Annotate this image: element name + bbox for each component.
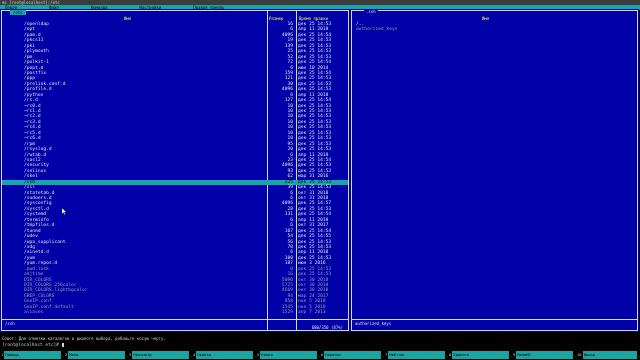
- right-panel-path[interactable]: .ssh: [364, 10, 378, 14]
- fkey-3[interactable]: 3 Просмотр: [128, 351, 192, 359]
- file-size: 1529: [281, 310, 293, 316]
- fkey-label: Просмотр: [132, 351, 189, 359]
- fkey-9[interactable]: 9 МенюMC: [512, 351, 576, 359]
- file-mtime: апр 7 2013: [298, 310, 326, 316]
- left-panel-path-tab[interactable]: /etc: [10, 10, 26, 15]
- left-file-panel[interactable]: /etc Имя Размер Время правки /openldap 16…: [0, 9, 350, 332]
- fkey-number: 10: [577, 352, 582, 357]
- fkey-label: НвКтлог: [388, 351, 445, 359]
- panel-separator: [2, 319, 348, 320]
- fkey-10[interactable]: 10 Выход: [576, 351, 640, 359]
- text-cursor: [61, 342, 64, 347]
- left-panel-current-name: /ssh: [5, 321, 15, 326]
- shell-prompt: [root@localhost etc]#: [2, 343, 59, 348]
- fkey-label: Удалить: [452, 351, 509, 359]
- panel-separator: [352, 319, 637, 320]
- function-key-bar: 1 Помощь 2 Меню 3 Просмотр 4 Правка 5 Копия 6 Перен…: [0, 351, 640, 359]
- fkey-label: МенюMC: [516, 351, 573, 359]
- left-panel-count: 680/350 (87%): [309, 325, 345, 330]
- file-row[interactable]: authorized_keys: [352, 27, 637, 32]
- fkey-label: Помощь: [4, 351, 61, 359]
- fkey-label: Выход: [582, 351, 637, 359]
- command-line[interactable]: [root@localhost etc]#: [0, 342, 640, 349]
- fkey-7[interactable]: 7 НвКтлог: [384, 351, 448, 359]
- right-file-panel[interactable]: .ssh Имя /.. authorized_keys authorized_k…: [350, 9, 639, 332]
- file-row[interactable]: aliases 1529 апр 7 2013: [2, 310, 348, 315]
- fkey-8[interactable]: 8 Удалить: [448, 351, 512, 359]
- right-file-list: /.. authorized_keys: [352, 22, 637, 33]
- left-file-list: /openldap 16 дек 25 14:53/opt 6 апр 11 2018/…: [2, 22, 348, 316]
- file-name: aliases: [24, 310, 44, 316]
- fkey-label: Меню: [68, 351, 125, 359]
- fkey-1[interactable]: 1 Помощь: [0, 351, 64, 359]
- fkey-6[interactable]: 6 Перенос: [320, 351, 384, 359]
- fkey-4[interactable]: 4 Правка: [192, 351, 256, 359]
- fkey-5[interactable]: 5 Копия: [256, 351, 320, 359]
- fkey-label: Перенос: [324, 351, 381, 359]
- fkey-label: Правка: [196, 351, 253, 359]
- file-name: authorized_keys: [356, 27, 398, 33]
- mouse-pointer-icon: [62, 208, 67, 215]
- fkey-2[interactable]: 2 Меню: [64, 351, 128, 359]
- fkey-label: Копия: [260, 351, 317, 359]
- right-panel-current-name: authorized_keys: [355, 321, 392, 326]
